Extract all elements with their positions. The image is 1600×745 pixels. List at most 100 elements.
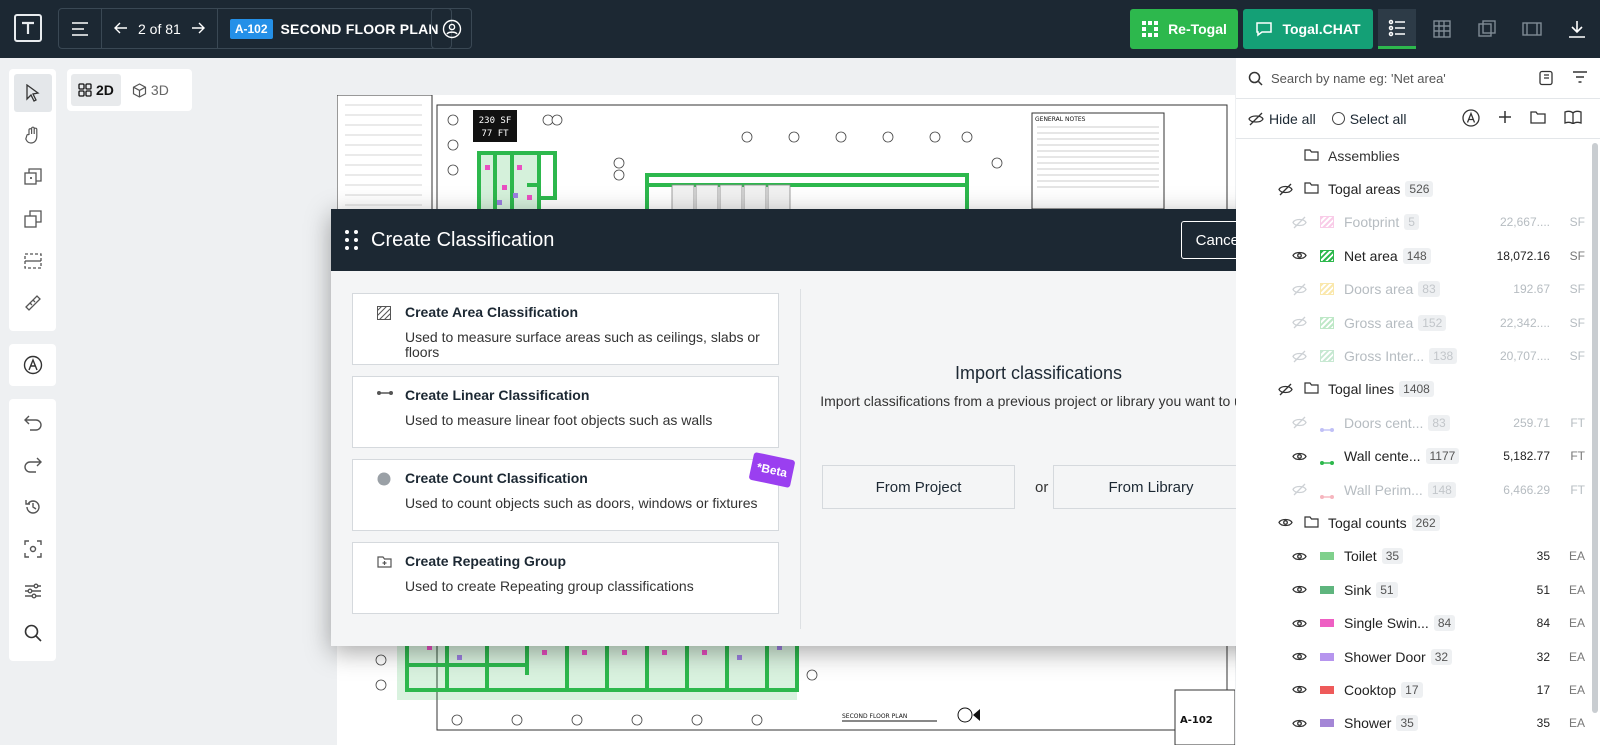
- eye-off-icon[interactable]: [1290, 280, 1308, 298]
- sheet-selector[interactable]: A-102 SECOND FLOOR PLAN: [218, 9, 451, 48]
- eye-off-icon[interactable]: [1276, 380, 1294, 398]
- from-project-button[interactable]: From Project: [822, 465, 1015, 509]
- add-icon[interactable]: [1498, 110, 1512, 127]
- pan-tool-button[interactable]: [14, 116, 52, 154]
- color-swatch[interactable]: [1320, 350, 1334, 363]
- dialog-header[interactable]: Create Classification Cancel: [331, 209, 1271, 271]
- create-count-classification-option[interactable]: Create Count Classification Used to coun…: [352, 459, 779, 531]
- classification-row[interactable]: Net area 148 18,072.16 SF: [1236, 239, 1600, 272]
- color-swatch[interactable]: [1320, 619, 1334, 628]
- classification-count-badge: 152: [1418, 314, 1447, 331]
- color-swatch[interactable]: [1320, 216, 1334, 229]
- menu-icon[interactable]: [59, 9, 102, 48]
- classification-row[interactable]: Cooktop 17 17 EA: [1236, 673, 1600, 706]
- eye-off-icon[interactable]: [1290, 347, 1308, 365]
- togal-logo-icon[interactable]: [14, 14, 42, 42]
- search-drawing-button[interactable]: [14, 614, 52, 652]
- duplicate-tool-button[interactable]: [14, 200, 52, 238]
- color-swatch[interactable]: [1320, 585, 1334, 594]
- eye-icon[interactable]: [1290, 648, 1308, 666]
- classification-row[interactable]: Sink 51 51 EA: [1236, 573, 1600, 606]
- classification-row[interactable]: Single Swin... 84 84 EA: [1236, 606, 1600, 639]
- classification-row[interactable]: Wall cente... 1177 5,182.77 FT: [1236, 440, 1600, 473]
- hide-all-button[interactable]: Hide all: [1248, 111, 1316, 127]
- adjustments-button[interactable]: [14, 572, 52, 610]
- cutout-tool-button[interactable]: [14, 242, 52, 280]
- eye-icon[interactable]: [1290, 247, 1308, 265]
- re-togal-button[interactable]: Re-Togal: [1130, 9, 1238, 49]
- from-library-button[interactable]: From Library: [1053, 465, 1249, 509]
- classification-row[interactable]: Shower Door 32 32 EA: [1236, 640, 1600, 673]
- group-row[interactable]: Togal lines 1408: [1236, 373, 1600, 406]
- eye-icon[interactable]: [1276, 514, 1294, 532]
- group-row[interactable]: Togal areas 526: [1236, 172, 1600, 205]
- share-user-button[interactable]: [431, 8, 472, 49]
- auto-classify-icon[interactable]: [1462, 109, 1480, 130]
- select-all-button[interactable]: Select all: [1331, 111, 1407, 127]
- classification-row[interactable]: Doors area 83 192.67 SF: [1236, 273, 1600, 306]
- classification-row[interactable]: Wall Perim... 148 6,466.29 FT: [1236, 473, 1600, 506]
- create-repeating-group-option[interactable]: Create Repeating Group Used to create Re…: [352, 542, 779, 614]
- redo-button[interactable]: [14, 446, 52, 484]
- eye-off-icon[interactable]: [1290, 481, 1308, 499]
- fit-screen-button[interactable]: [14, 530, 52, 568]
- drag-handle-icon[interactable]: [345, 230, 359, 250]
- eye-off-icon[interactable]: [1290, 414, 1308, 432]
- eye-icon[interactable]: [1290, 714, 1308, 732]
- assemblies-row[interactable]: Assemblies: [1236, 139, 1600, 172]
- folder-icon[interactable]: [1530, 110, 1546, 127]
- classification-row[interactable]: Footprint 5 22,667.... SF: [1236, 206, 1600, 239]
- create-linear-classification-option[interactable]: Create Linear Classification Used to mea…: [352, 376, 779, 448]
- eye-icon[interactable]: [1290, 547, 1308, 565]
- select-tool-button[interactable]: [13, 74, 52, 112]
- eye-off-icon[interactable]: [1290, 213, 1308, 231]
- copy-area-tool-button[interactable]: [14, 158, 52, 196]
- eye-icon[interactable]: [1290, 447, 1308, 465]
- filter-icon[interactable]: [1572, 70, 1588, 89]
- togal-chat-button[interactable]: Togal.CHAT: [1243, 9, 1373, 49]
- prev-sheet-icon[interactable]: [114, 21, 128, 37]
- view-3d-button[interactable]: 3D: [125, 74, 176, 106]
- create-area-classification-option[interactable]: Create Area Classification Used to measu…: [352, 293, 779, 365]
- color-swatch[interactable]: [1320, 552, 1334, 561]
- option-description: Used to count objects such as doors, win…: [405, 495, 758, 511]
- color-swatch[interactable]: [1320, 487, 1334, 499]
- color-swatch[interactable]: [1320, 685, 1334, 694]
- select-all-radio[interactable]: [1331, 112, 1345, 125]
- color-swatch[interactable]: [1320, 453, 1334, 466]
- classification-row[interactable]: Shower 35 35 EA: [1236, 707, 1600, 740]
- history-button[interactable]: [14, 488, 52, 526]
- eye-icon[interactable]: [1290, 681, 1308, 699]
- classifications-list-button[interactable]: [1378, 9, 1416, 49]
- classification-row[interactable]: Gross Inter... 138 20,707.... SF: [1236, 339, 1600, 372]
- search-input[interactable]: [1271, 70, 1531, 86]
- eye-icon[interactable]: [1290, 581, 1308, 599]
- view-2d-button[interactable]: 2D: [71, 74, 121, 106]
- color-swatch[interactable]: [1320, 719, 1334, 728]
- compare-button[interactable]: [1468, 9, 1506, 49]
- auto-assist-button[interactable]: [14, 349, 52, 381]
- measure-tool-button[interactable]: [14, 284, 52, 322]
- eye-off-icon[interactable]: [1290, 314, 1308, 332]
- book-icon[interactable]: [1538, 70, 1554, 91]
- eye-icon[interactable]: [1290, 614, 1308, 632]
- panel-scrollbar[interactable]: [1592, 143, 1598, 713]
- create-classification-dialog: Create Classification Cancel Create Area…: [331, 209, 1271, 646]
- classification-unit: SF: [1569, 248, 1585, 263]
- color-swatch[interactable]: [1320, 316, 1334, 329]
- next-sheet-icon[interactable]: [191, 21, 205, 37]
- color-swatch[interactable]: [1320, 249, 1334, 262]
- film-strip-button[interactable]: [1513, 9, 1551, 49]
- color-swatch[interactable]: [1320, 283, 1334, 296]
- color-swatch[interactable]: [1320, 420, 1334, 432]
- download-button[interactable]: [1558, 9, 1596, 49]
- classification-row[interactable]: Doors cent... 83 259.71 FT: [1236, 406, 1600, 439]
- color-swatch[interactable]: [1320, 652, 1334, 661]
- group-row[interactable]: Togal counts 262: [1236, 506, 1600, 539]
- undo-button[interactable]: [14, 404, 52, 442]
- classification-row[interactable]: Gross area 152 22,342.... SF: [1236, 306, 1600, 339]
- open-book-icon[interactable]: [1564, 110, 1582, 127]
- classification-row[interactable]: Toilet 35 35 EA: [1236, 540, 1600, 573]
- eye-off-icon[interactable]: [1276, 180, 1294, 198]
- table-view-button[interactable]: [1423, 9, 1461, 49]
